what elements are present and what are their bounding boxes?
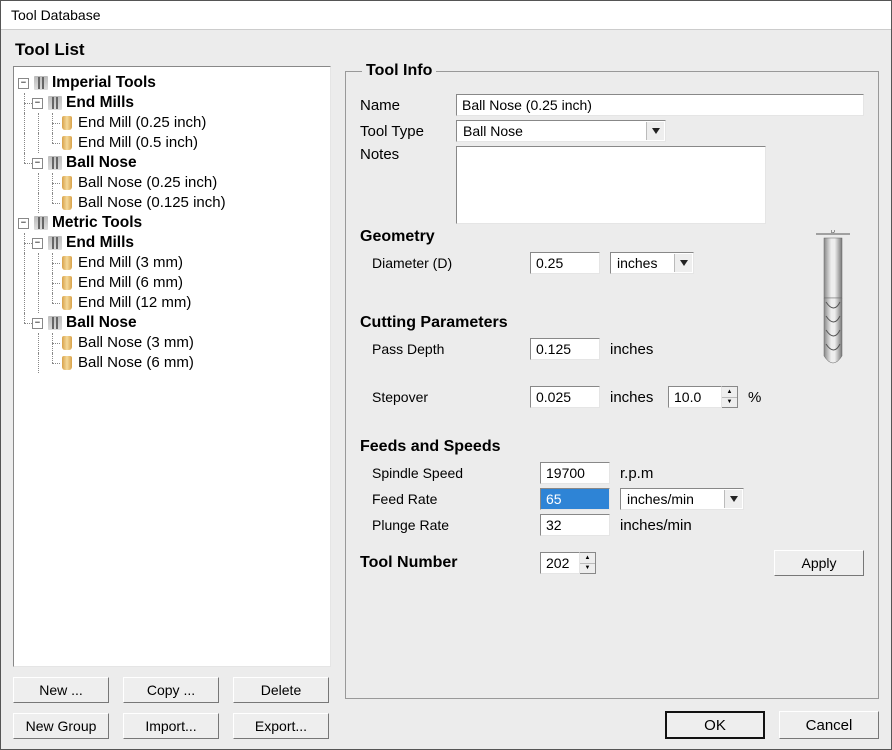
import-button[interactable]: Import...: [123, 713, 219, 739]
spindle-label: Spindle Speed: [372, 465, 540, 481]
feed-rate-unit-dropdown[interactable]: inches/min: [620, 488, 744, 510]
pass-depth-unit: inches: [610, 341, 653, 358]
tree-group-imperial-ballnose[interactable]: Ball Nose: [66, 153, 137, 173]
tree-item[interactable]: End Mill (0.25 inch): [78, 113, 206, 133]
tree-expander[interactable]: −: [18, 218, 29, 229]
tree-expander[interactable]: −: [18, 78, 29, 89]
tree-expander[interactable]: −: [32, 98, 43, 109]
tree-item[interactable]: End Mill (6 mm): [78, 273, 183, 293]
feed-rate-label: Feed Rate: [372, 491, 540, 507]
new-group-button[interactable]: New Group: [13, 713, 109, 739]
tree-group-metric-endmills[interactable]: End Mills: [66, 233, 134, 253]
tree-item[interactable]: Ball Nose (6 mm): [78, 353, 194, 373]
ballnose-icon: [62, 196, 72, 210]
pass-depth-label: Pass Depth: [372, 341, 530, 357]
spin-up-icon[interactable]: ▲: [722, 387, 737, 398]
tree-expander[interactable]: −: [32, 238, 43, 249]
stepover-input[interactable]: [530, 386, 600, 408]
notes-label: Notes: [360, 146, 456, 163]
ballnose-icon: [62, 336, 72, 350]
diameter-input[interactable]: [530, 252, 600, 274]
tree-item[interactable]: End Mill (3 mm): [78, 253, 183, 273]
endmill-icon: [62, 116, 72, 130]
chevron-down-icon: [724, 490, 742, 508]
new-button[interactable]: New ...: [13, 677, 109, 703]
toolgroup-icon: [48, 156, 62, 170]
cancel-button[interactable]: Cancel: [779, 711, 879, 739]
plunge-rate-input[interactable]: [540, 514, 610, 536]
feed-rate-input[interactable]: [540, 488, 610, 510]
tree-item[interactable]: Ball Nose (0.125 inch): [78, 193, 226, 213]
toolgroup-icon: [48, 96, 62, 110]
stepover-unit: inches: [610, 389, 668, 406]
plunge-rate-unit: inches/min: [620, 517, 692, 534]
ballnose-icon: [62, 356, 72, 370]
apply-button[interactable]: Apply: [774, 550, 864, 576]
spindle-unit: r.p.m: [620, 465, 653, 482]
chevron-down-icon: [674, 254, 692, 272]
tool-number-label: Tool Number: [360, 554, 540, 572]
tool-list-heading: Tool List: [15, 40, 331, 60]
tree-item[interactable]: End Mill (0.5 inch): [78, 133, 198, 153]
stepover-pct-spinner[interactable]: ▲▼: [668, 386, 738, 408]
svg-text:D: D: [831, 230, 836, 235]
toolgroup-icon: [34, 76, 48, 90]
name-label: Name: [360, 97, 456, 114]
endmill-icon: [62, 136, 72, 150]
spin-down-icon[interactable]: ▼: [722, 398, 737, 408]
toolgroup-icon: [48, 236, 62, 250]
stepover-label: Stepover: [372, 389, 530, 405]
tool-info-legend: Tool Info: [362, 62, 436, 80]
tool-info-panel: Tool Info Name Tool Type Ball Nose: [345, 62, 879, 699]
diameter-unit-dropdown[interactable]: inches: [610, 252, 694, 274]
toolgroup-icon: [48, 316, 62, 330]
ok-button[interactable]: OK: [665, 711, 765, 739]
diameter-label: Diameter (D): [372, 255, 530, 271]
spin-down-icon[interactable]: ▼: [580, 564, 595, 574]
tree-item[interactable]: Ball Nose (0.25 inch): [78, 173, 217, 193]
tool-preview-icon: D: [810, 230, 856, 370]
pass-depth-input[interactable]: [530, 338, 600, 360]
cutting-heading: Cutting Parameters: [360, 314, 864, 332]
plunge-rate-label: Plunge Rate: [372, 517, 540, 533]
tool-number-spinner[interactable]: ▲▼: [540, 552, 596, 574]
copy-button[interactable]: Copy ...: [123, 677, 219, 703]
spindle-input[interactable]: [540, 462, 610, 484]
tree-item[interactable]: End Mill (12 mm): [78, 293, 191, 313]
delete-button[interactable]: Delete: [233, 677, 329, 703]
tree-group-imperial[interactable]: Imperial Tools: [52, 73, 156, 93]
window-title: Tool Database: [1, 1, 891, 30]
tool-tree[interactable]: − Imperial Tools − End Mills End: [13, 66, 331, 667]
spin-up-icon[interactable]: ▲: [580, 553, 595, 564]
export-button[interactable]: Export...: [233, 713, 329, 739]
endmill-icon: [62, 276, 72, 290]
tool-number-input[interactable]: [540, 552, 580, 574]
chevron-down-icon: [646, 122, 664, 140]
notes-input[interactable]: [456, 146, 766, 224]
stepover-pct-input[interactable]: [668, 386, 722, 408]
toolgroup-icon: [34, 216, 48, 230]
tool-type-label: Tool Type: [360, 123, 456, 140]
endmill-icon: [62, 296, 72, 310]
tool-type-dropdown[interactable]: Ball Nose: [456, 120, 666, 142]
tool-type-value: Ball Nose: [463, 123, 523, 139]
tree-group-imperial-endmills[interactable]: End Mills: [66, 93, 134, 113]
tool-name-input[interactable]: [456, 94, 864, 116]
ballnose-icon: [62, 176, 72, 190]
tree-group-metric-ballnose[interactable]: Ball Nose: [66, 313, 137, 333]
tree-expander[interactable]: −: [32, 318, 43, 329]
feeds-heading: Feeds and Speeds: [360, 438, 864, 456]
endmill-icon: [62, 256, 72, 270]
tree-expander[interactable]: −: [32, 158, 43, 169]
geometry-heading: Geometry: [360, 228, 864, 246]
stepover-pct-unit: %: [748, 389, 761, 406]
tree-item[interactable]: Ball Nose (3 mm): [78, 333, 194, 353]
tree-group-metric[interactable]: Metric Tools: [52, 213, 142, 233]
